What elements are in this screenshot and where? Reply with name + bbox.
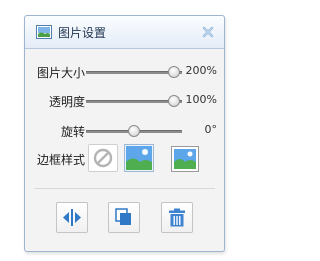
- size-label: 图片大小: [36, 66, 85, 80]
- opacity-label: 透明度: [48, 95, 85, 109]
- rotation-slider[interactable]: [86, 125, 182, 137]
- border-option-frame[interactable]: [171, 146, 199, 172]
- dialog-title: 图片设置: [58, 26, 107, 40]
- size-slider-handle[interactable]: [168, 66, 181, 78]
- size-row: 图片大小 200%: [25, 61, 224, 81]
- rotation-slider-handle[interactable]: [128, 125, 140, 137]
- border-style-label: 边框样式: [36, 153, 85, 167]
- opacity-value: 100%: [185, 93, 217, 106]
- picture-icon: [36, 25, 52, 42]
- close-icon[interactable]: [200, 24, 216, 40]
- rotation-row: 旋转 0°: [25, 120, 224, 140]
- size-slider[interactable]: [86, 66, 182, 78]
- rotation-label: 旋转: [60, 125, 85, 139]
- opacity-slider[interactable]: [86, 95, 182, 107]
- border-option-none[interactable]: [88, 144, 118, 172]
- title-bar[interactable]: 图片设置: [25, 16, 224, 49]
- copy-button[interactable]: [108, 202, 140, 233]
- divider: [34, 188, 215, 189]
- opacity-slider-handle[interactable]: [168, 95, 181, 107]
- image-settings-dialog: 图片设置 图片大小 200% 透明度 100% 旋转 0° 边框样式: [24, 15, 225, 252]
- opacity-row: 透明度 100%: [25, 90, 224, 110]
- size-value: 200%: [185, 64, 217, 77]
- border-option-plain[interactable]: [124, 144, 154, 172]
- flip-horizontal-button[interactable]: [56, 202, 88, 233]
- rotation-value: 0°: [204, 123, 218, 136]
- delete-button[interactable]: [161, 202, 193, 233]
